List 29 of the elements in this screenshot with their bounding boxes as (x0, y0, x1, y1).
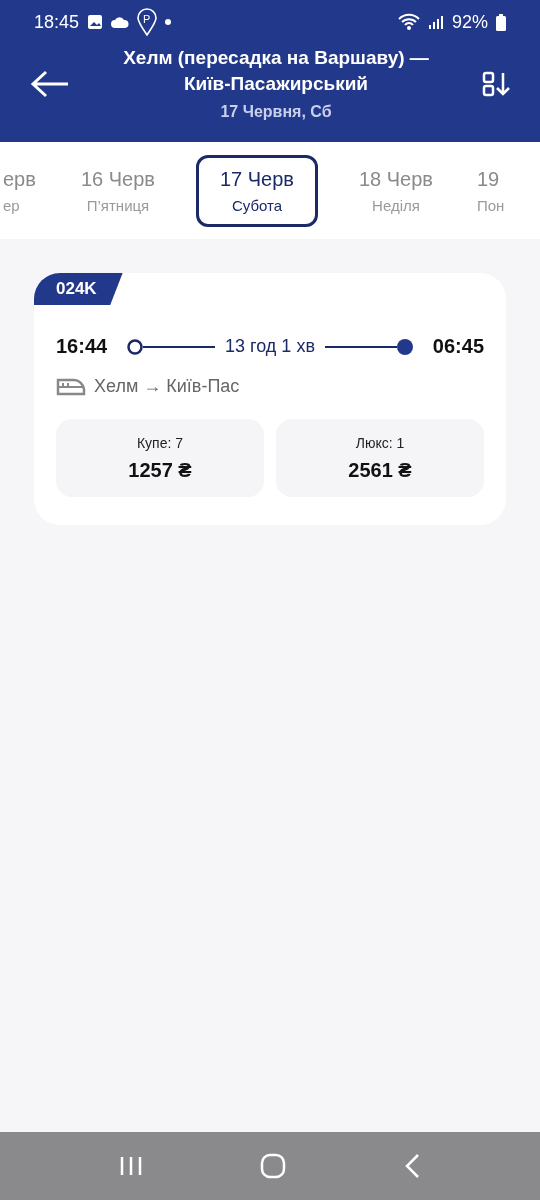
battery-percent: 92% (451, 11, 488, 33)
seat-class-option[interactable]: Люкс: 1 2561 ₴ (276, 419, 484, 497)
train-card[interactable]: 024K 16:44 13 год 1 хв 06:45 Хелм → Київ-Пас Купе: 7 1257 ₴ Люкс: 1 2561 ₴ (34, 273, 506, 525)
dot-icon (165, 19, 172, 25)
wifi-icon (397, 13, 420, 31)
recent-apps-button[interactable] (118, 1155, 143, 1177)
departure-time: 16:44 (56, 335, 108, 358)
arrival-time: 06:45 (432, 335, 484, 358)
train-number: 024K (34, 273, 123, 305)
train-icon (56, 377, 86, 396)
battery-icon (496, 13, 506, 31)
sort-button[interactable] (482, 71, 510, 97)
cloud-icon (111, 16, 130, 28)
signal-icon (427, 14, 444, 30)
image-icon (87, 14, 104, 30)
status-time: 18:45 (34, 11, 80, 33)
back-button[interactable] (30, 70, 70, 98)
parking-pin-icon: P (137, 8, 158, 36)
home-button[interactable] (260, 1153, 286, 1179)
back-nav-button[interactable] (403, 1153, 422, 1179)
route-stations: Хелм → Київ-Пас (94, 376, 240, 397)
route-title: Хелм (пересадка на Варшаву) — (123, 47, 429, 69)
trip-duration: 13 год 1 хв (225, 336, 315, 357)
travel-date: 17 Червня, Сб (220, 103, 332, 121)
route-title: Київ-Пасажирський (183, 73, 369, 95)
seat-class-option[interactable]: Купе: 7 1257 ₴ (56, 419, 264, 497)
origin-dot-icon (127, 338, 144, 355)
date-tab[interactable]: 17 Черв Субота (196, 155, 318, 227)
destination-dot-icon (396, 338, 413, 355)
